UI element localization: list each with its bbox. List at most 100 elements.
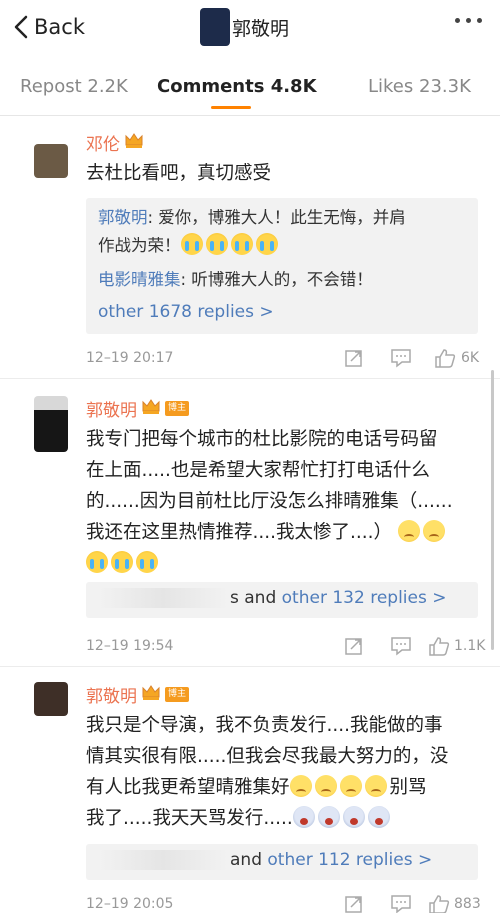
tab-repost[interactable]: Repost 2.2K bbox=[20, 76, 128, 97]
avatar[interactable] bbox=[34, 396, 68, 452]
divider bbox=[0, 666, 500, 667]
more-replies-text: other 132 replies > bbox=[281, 588, 447, 608]
page-title: 郭敬明 bbox=[200, 8, 289, 46]
crown-icon bbox=[124, 131, 144, 154]
reply-author[interactable]: 电影晴雅集 bbox=[98, 270, 181, 289]
comment-line: 在上面.....也是希望大家帮忙打打电话什么 bbox=[86, 460, 430, 481]
more-replies-link[interactable]: s and other 132 replies > bbox=[98, 588, 446, 608]
comment-line-with-emoji: 我还在这里热情推荐....我太惨了....） bbox=[86, 517, 476, 548]
emoji-line bbox=[86, 548, 476, 579]
comment-text: 我只是个导演，我不负责发行....我能做的事 情其实很有限.....但我会尽我最… bbox=[86, 710, 476, 834]
sad-emoji-icon bbox=[289, 775, 312, 797]
comment-username[interactable]: 郭敬明 博主 bbox=[86, 682, 190, 707]
blurred-region bbox=[98, 588, 228, 608]
comment-text: 去杜比看吧，真切感受 bbox=[86, 163, 272, 184]
crying-emoji-icon bbox=[86, 551, 108, 573]
title-avatar bbox=[200, 8, 230, 46]
comment-username[interactable]: 郭敬明 博主 bbox=[86, 396, 190, 421]
top-bar: Back 郭敬明 bbox=[0, 0, 500, 56]
crying-emoji-icon bbox=[205, 233, 228, 255]
repost-icon[interactable] bbox=[344, 636, 364, 656]
scrollbar[interactable] bbox=[491, 370, 494, 650]
divider bbox=[0, 378, 500, 379]
more-replies-text: other 112 replies > bbox=[267, 850, 433, 870]
more-replies-link[interactable]: and other 112 replies > bbox=[98, 850, 432, 870]
comment-line: 情其实很有限.....但我会尽我最大努力的，没 bbox=[86, 746, 449, 767]
scared-emoji-icon bbox=[292, 806, 315, 828]
like-icon[interactable] bbox=[428, 636, 450, 656]
username-text: 郭敬明 bbox=[86, 687, 137, 707]
crown-icon bbox=[141, 397, 161, 420]
back-label: Back bbox=[34, 15, 85, 39]
comment-line-with-emoji: 有人比我更希望晴雅集好 别骂 bbox=[86, 772, 476, 803]
comment-time: 12–19 20:05 bbox=[86, 896, 174, 912]
username-text: 邓伦 bbox=[86, 135, 120, 155]
crying-emoji-icon bbox=[230, 233, 253, 255]
comment-text: 我专门把每个城市的杜比影院的电话号码留 在上面.....也是希望大家帮忙打打电话… bbox=[86, 424, 476, 579]
sad-emoji-icon bbox=[364, 775, 387, 797]
comment-icon[interactable] bbox=[390, 894, 412, 913]
reply-box[interactable]: s and other 132 replies > bbox=[86, 582, 478, 618]
comment-icon[interactable] bbox=[390, 348, 412, 368]
comment-line-text: 别骂 bbox=[389, 777, 427, 798]
tab-likes[interactable]: Likes 23.3K bbox=[368, 76, 471, 97]
blurred-region bbox=[98, 850, 228, 870]
like-count: 1.1K bbox=[454, 638, 486, 654]
reply-item-continued: 作战为荣！ bbox=[98, 232, 468, 260]
active-tab-indicator bbox=[211, 106, 251, 109]
more-options-icon[interactable] bbox=[455, 18, 482, 23]
author-badge: 博主 bbox=[165, 687, 190, 702]
reply-box[interactable]: and other 112 replies > bbox=[86, 844, 478, 880]
back-button[interactable]: Back bbox=[14, 11, 85, 43]
scared-emoji-icon bbox=[317, 806, 340, 828]
like-icon[interactable] bbox=[434, 348, 456, 368]
reply-item: 郭敬明: 爱你，博雅大人！此生无悔，并肩 bbox=[98, 204, 468, 232]
tab-comments[interactable]: Comments 4.8K bbox=[157, 76, 317, 97]
comment-meta: 12–19 20:05 883 bbox=[86, 894, 486, 913]
comment-line-text: 我了.....我天天骂发行..... bbox=[86, 808, 293, 829]
like-count: 883 bbox=[454, 896, 481, 912]
chevron-left-icon bbox=[14, 15, 28, 39]
comment-line-text: 我还在这里热情推荐....我太惨了....） bbox=[86, 522, 393, 543]
author-badge: 博主 bbox=[165, 401, 190, 416]
crown-icon bbox=[141, 683, 161, 706]
sad-emoji-icon bbox=[422, 520, 445, 542]
comment-meta: 12–19 19:54 1.1K bbox=[86, 636, 486, 660]
scared-emoji-icon bbox=[342, 806, 365, 828]
avatar[interactable] bbox=[34, 682, 68, 716]
comment-time: 12–19 20:17 bbox=[86, 350, 174, 366]
crying-emoji-icon bbox=[136, 551, 158, 573]
comment-icon[interactable] bbox=[390, 636, 412, 656]
crying-emoji-icon bbox=[180, 233, 203, 255]
more-replies-prefix: and bbox=[230, 850, 268, 870]
repost-icon[interactable] bbox=[344, 894, 364, 913]
crying-emoji-icon bbox=[111, 551, 133, 573]
comment-time: 12–19 19:54 bbox=[86, 638, 174, 654]
like-count: 6K bbox=[461, 350, 480, 366]
comment-line: 我只是个导演，我不负责发行....我能做的事 bbox=[86, 715, 443, 736]
title-text: 郭敬明 bbox=[232, 17, 290, 40]
crying-emoji-icon bbox=[255, 233, 278, 255]
comment-line-with-emoji: 我了.....我天天骂发行..... bbox=[86, 803, 476, 834]
username-text: 郭敬明 bbox=[86, 401, 137, 421]
comment-line-text: 有人比我更希望晴雅集好 bbox=[86, 777, 290, 798]
like-icon[interactable] bbox=[428, 894, 450, 913]
reply-item: 电影晴雅集: 听博雅大人的，不会错！ bbox=[98, 266, 468, 294]
comment-username[interactable]: 邓伦 bbox=[86, 130, 144, 155]
reply-author[interactable]: 郭敬明 bbox=[98, 208, 148, 227]
more-replies-prefix: s and bbox=[230, 588, 282, 608]
more-replies-link[interactable]: other 1678 replies > bbox=[98, 302, 274, 322]
comment-line: 我专门把每个城市的杜比影院的电话号码留 bbox=[86, 429, 438, 450]
avatar[interactable] bbox=[34, 144, 68, 178]
comment-meta: 12–19 20:17 6K bbox=[86, 348, 486, 372]
reply-box[interactable]: 郭敬明: 爱你，博雅大人！此生无悔，并肩 作战为荣！ 电影晴雅集: 听博雅大人的… bbox=[86, 198, 478, 334]
sad-emoji-icon bbox=[397, 520, 420, 542]
sad-emoji-icon bbox=[314, 775, 337, 797]
scared-emoji-icon bbox=[367, 806, 390, 828]
sad-emoji-icon bbox=[339, 775, 362, 797]
tab-bar: Repost 2.2K Comments 4.8K Likes 23.3K bbox=[0, 58, 500, 116]
reply-text-continued: 作战为荣！ bbox=[98, 236, 181, 255]
reply-text: : 爱你，博雅大人！此生无悔，并肩 bbox=[147, 208, 406, 227]
comment-line: 的......因为目前杜比厅没怎么排晴雅集（...... bbox=[86, 491, 453, 512]
repost-icon[interactable] bbox=[344, 348, 364, 368]
